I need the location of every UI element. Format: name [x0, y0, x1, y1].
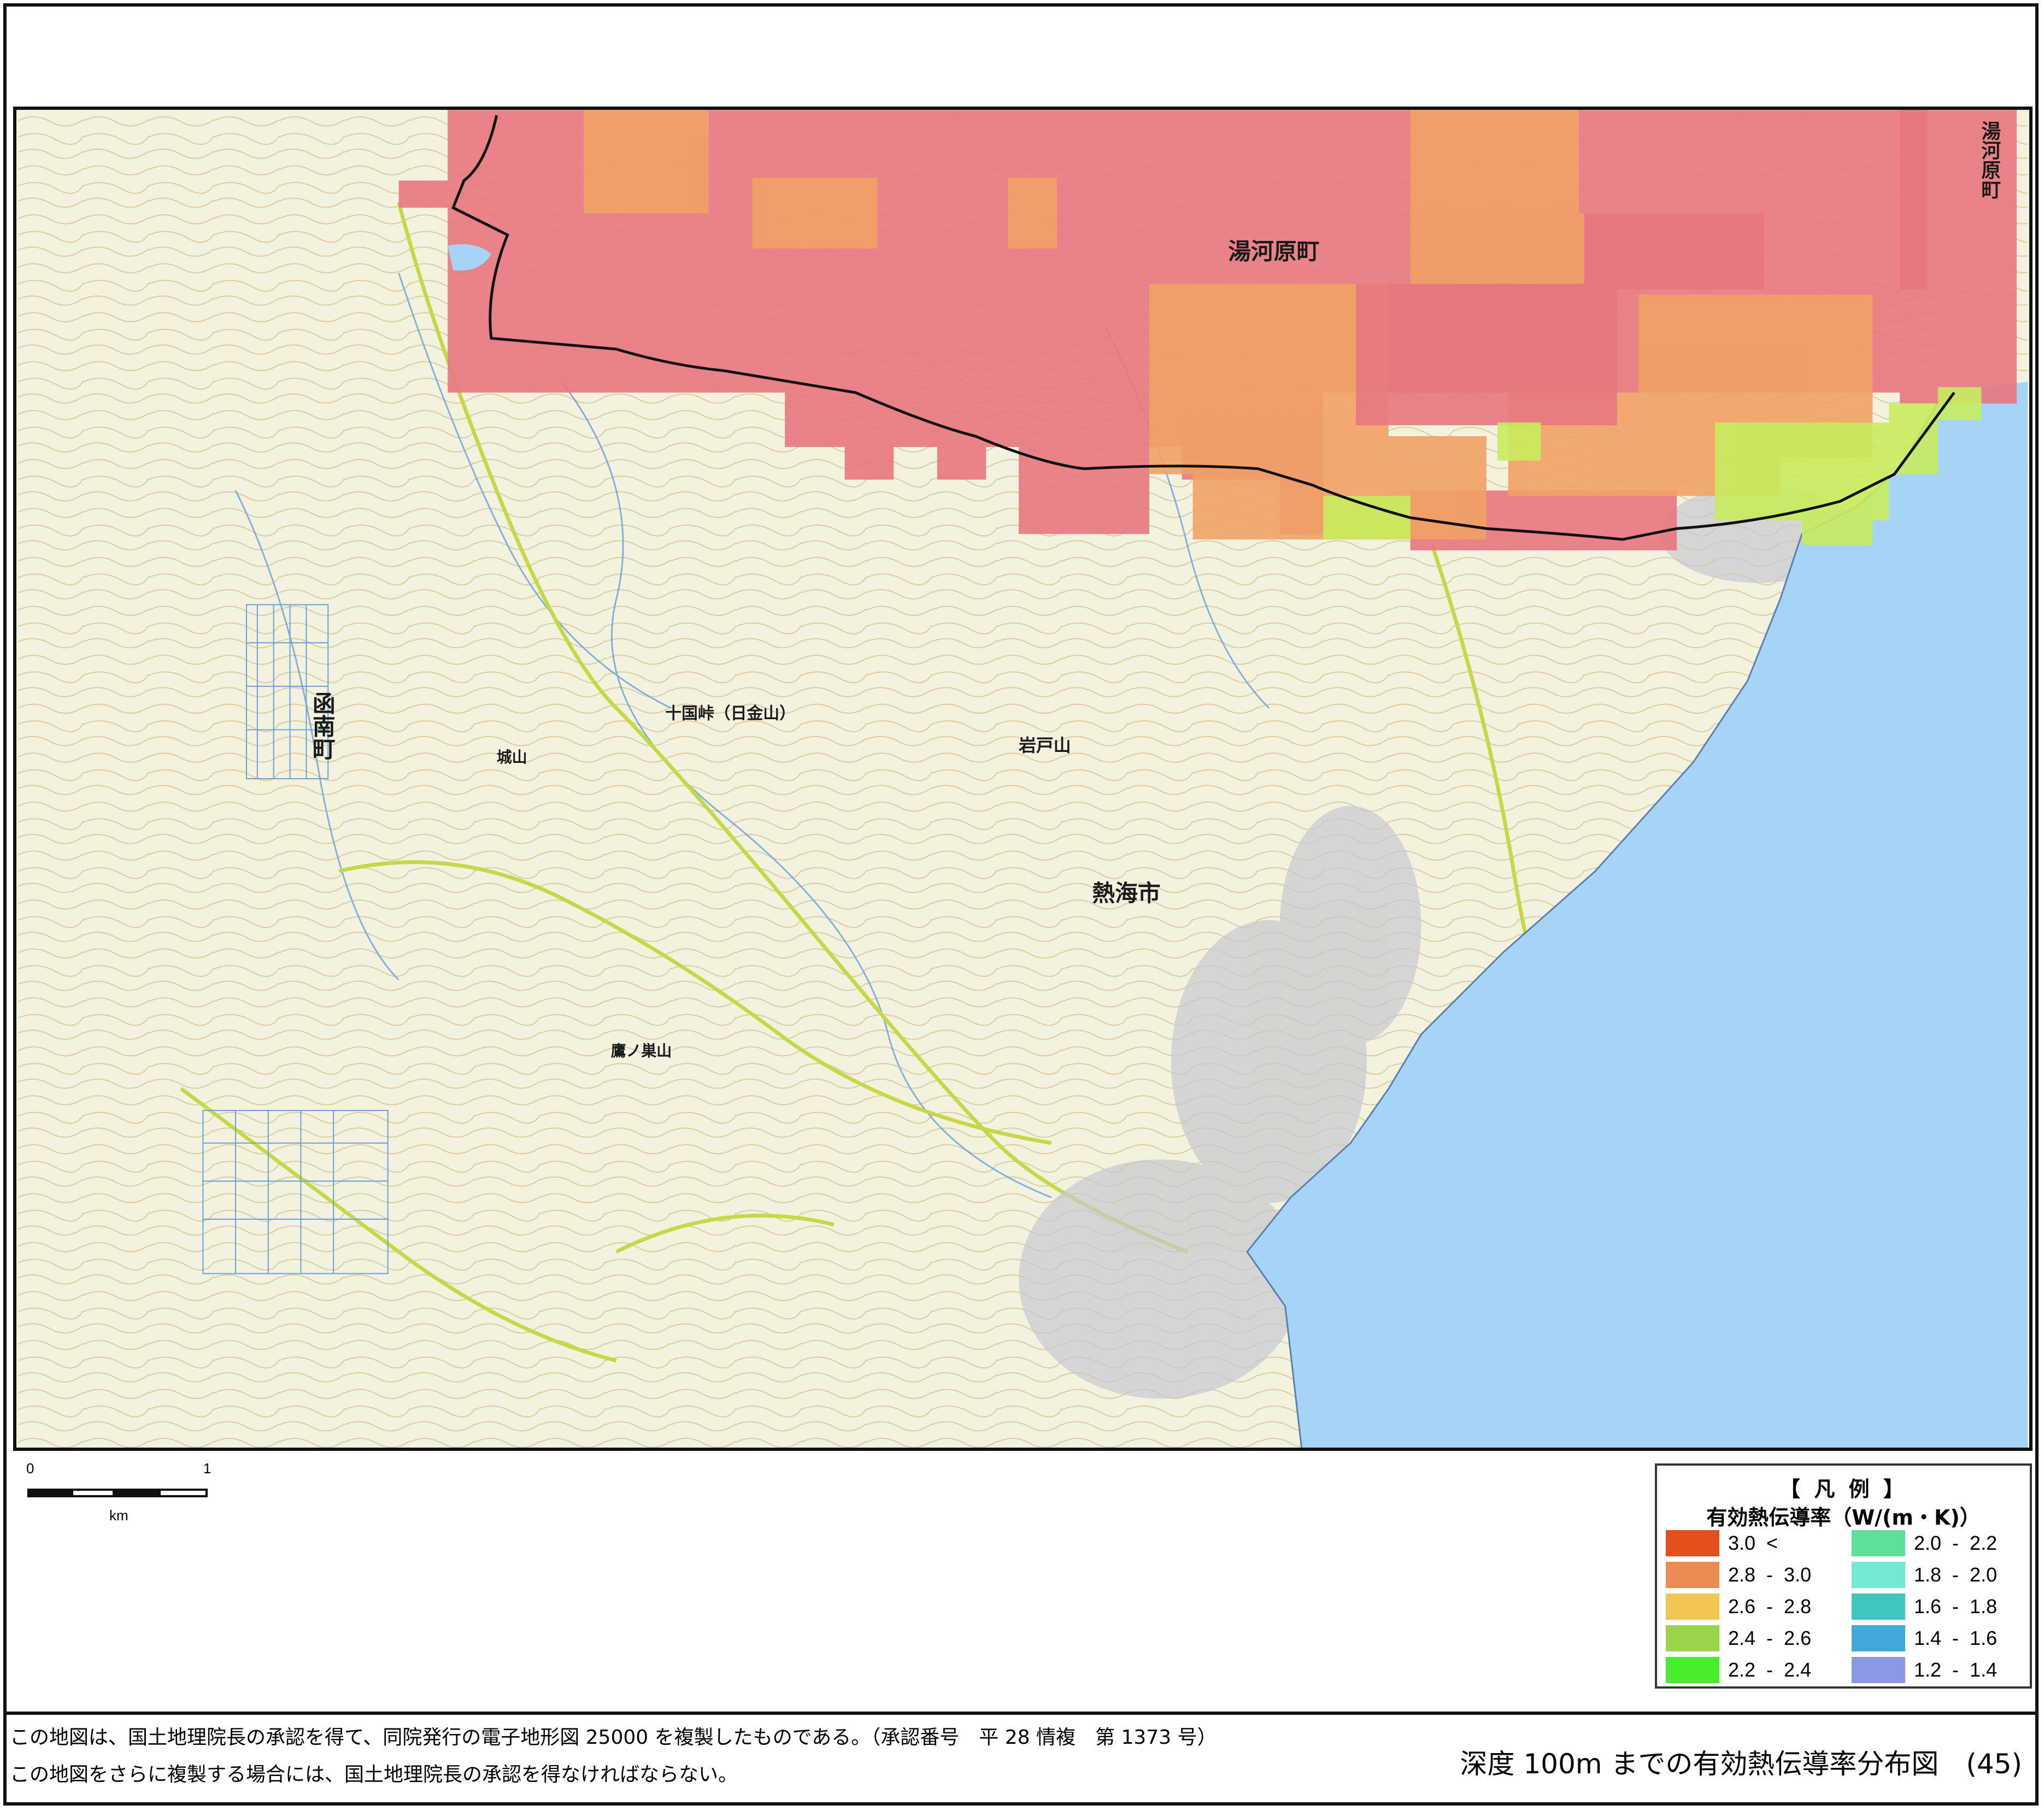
footer-copyright-line2: この地図をさらに複製する場合には、国土地理院長の承認を得なければならない。: [10, 1763, 738, 1786]
legend-label: 1.8 - 2.0: [1914, 1563, 1998, 1586]
legend-label: 2.8 - 3.0: [1728, 1563, 1812, 1586]
label-yugawara-corner: 湯河原町: [1978, 120, 2001, 199]
label-jukkoku: 十国峠（日金山）: [665, 704, 796, 724]
label-kannami-vertical: 函南町: [309, 692, 336, 760]
legend-swatch: [1666, 1657, 1719, 1683]
scale-segment-1: [27, 1489, 71, 1497]
scale-bar: 0 1 km: [22, 1460, 219, 1531]
legend-label: 2.2 - 2.4: [1728, 1659, 1812, 1681]
legend: 【 凡 例 】 有効熱伝導率（W/(m・K)） 3.0 < 2.8 - 3.0 2.…: [1655, 1463, 2032, 1689]
legend-title: 【 凡 例 】: [1779, 1477, 1907, 1501]
legend-subtitle: 有効熱伝導率（W/(m・K)）: [1706, 1506, 1981, 1530]
legend-entry: 3.0 <: [1666, 1530, 1778, 1556]
legend-entry: 1.4 - 1.6: [1852, 1625, 1997, 1651]
label-yugawara: 湯河原町: [1228, 238, 1319, 265]
footer: この地図は、国土地理院長の承認を得て、同院発行の電子地形図 25000 を複製し…: [3, 1712, 2039, 1806]
label-atami: 熱海市: [1092, 880, 1160, 907]
map-title: 深度 100m までの有効熱伝導率分布図 (45): [1460, 1748, 2022, 1780]
scale-end: 1: [203, 1460, 212, 1477]
legend-swatch: [1666, 1625, 1719, 1651]
legend-label: 2.4 - 2.6: [1728, 1627, 1812, 1649]
label-iwato: 岩戸山: [1018, 735, 1071, 756]
legend-swatch: [1852, 1657, 1905, 1683]
label-shiroyama: 城山: [497, 748, 527, 766]
legend-entry: 2.2 - 2.4: [1666, 1657, 1811, 1683]
map-canvas: 湯河原町 熱海市 岩戸山 十国峠（日金山） 城山 鷹ノ巣山 函南町 湯河原町: [18, 110, 2028, 1448]
legend-swatch: [1666, 1594, 1719, 1620]
scale-segment-4: [158, 1489, 208, 1497]
scale-segment-2: [71, 1489, 115, 1497]
legend-swatch: [1666, 1530, 1719, 1556]
legend-swatch: [1666, 1562, 1719, 1588]
label-kuranosuke: 鷹ノ巣山: [611, 1042, 672, 1060]
legend-label: 2.6 - 2.8: [1728, 1595, 1812, 1618]
legend-entry: 2.4 - 2.6: [1666, 1625, 1811, 1651]
legend-swatch: [1852, 1625, 1905, 1651]
legend-entry: 2.6 - 2.8: [1666, 1594, 1811, 1620]
legend-entry: 2.0 - 2.2: [1852, 1530, 1997, 1556]
legend-entry: 1.2 - 1.4: [1852, 1657, 1997, 1683]
scale-segment-3: [115, 1489, 158, 1497]
legend-entry: 1.6 - 1.8: [1852, 1594, 1997, 1620]
legend-entry: 2.8 - 3.0: [1666, 1562, 1811, 1588]
legend-label: 3.0 <: [1728, 1532, 1778, 1554]
legend-entry: 1.8 - 2.0: [1852, 1562, 1997, 1588]
scale-unit: km: [109, 1507, 128, 1524]
map-panel[interactable]: 湯河原町 熱海市 岩戸山 十国峠（日金山） 城山 鷹ノ巣山 函南町 湯河原町: [13, 107, 2033, 1451]
legend-label: 1.2 - 1.4: [1914, 1659, 1998, 1681]
footer-copyright-line1: この地図は、国土地理院長の承認を得て、同院発行の電子地形図 25000 を複製し…: [10, 1726, 1217, 1749]
legend-label: 2.0 - 2.2: [1914, 1532, 1998, 1554]
legend-label: 1.6 - 1.8: [1914, 1595, 1998, 1618]
label-kannami: 函南町: [309, 692, 336, 760]
legend-swatch: [1852, 1594, 1905, 1620]
label-yugawara-corner-vertical: 湯河原町: [1978, 120, 2001, 199]
legend-label: 1.4 - 1.6: [1914, 1627, 1998, 1649]
scale-start: 0: [26, 1460, 34, 1477]
legend-swatch: [1852, 1562, 1905, 1588]
legend-swatch: [1852, 1530, 1905, 1556]
